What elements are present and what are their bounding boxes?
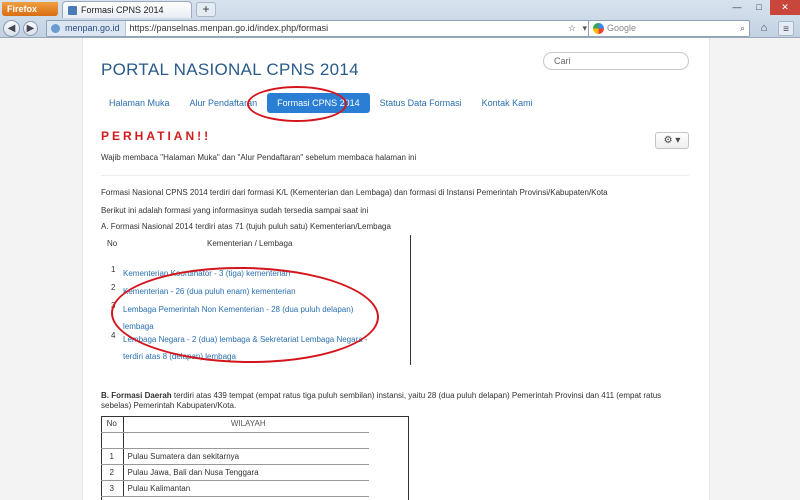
menu-icon[interactable]: ≡: [778, 21, 794, 36]
home-icon[interactable]: ⌂: [756, 21, 772, 36]
paragraph-nasional: A. Formasi Nasional 2014 terdiri atas 71…: [101, 222, 391, 231]
site-identity[interactable]: menpan.go.id: [47, 21, 126, 36]
notice-text: Wajib membaca "Halaman Muka" dan "Alur P…: [101, 153, 417, 162]
favicon-icon: [68, 6, 77, 15]
url-bar[interactable]: menpan.go.id https://panselnas.menpan.go.…: [46, 20, 606, 37]
nav-kontak-kami[interactable]: Kontak Kami: [472, 93, 543, 113]
search-icon[interactable]: ⌕: [740, 21, 745, 36]
browser-tab[interactable]: Formasi CPNS 2014: [62, 1, 192, 18]
table-header-no: No: [107, 239, 118, 248]
wilayah-link[interactable]: Pulau Sumatera dan sekitarnya: [123, 448, 369, 465]
back-icon[interactable]: ◀: [3, 20, 20, 37]
table-header-kementerian: Kementerian / Lembaga: [207, 239, 293, 248]
table-header-wilayah: WILAYAH: [123, 416, 369, 433]
nav-status-data-formasi[interactable]: Status Data Formasi: [370, 93, 472, 113]
wilayah-link[interactable]: Pulau Kalimantan: [123, 480, 369, 497]
divider: [101, 175, 689, 176]
page-viewport: PORTAL NASIONAL CPNS 2014 Cari Halaman M…: [0, 38, 800, 500]
daerah-label: B. Formasi Daerah: [101, 391, 172, 400]
search-input[interactable]: Cari: [543, 52, 689, 70]
table-header-no: No: [101, 416, 124, 433]
table-header-row: No WILAYAH: [101, 416, 369, 433]
minimize-icon[interactable]: —: [726, 0, 748, 15]
table-row: 1 Pulau Sumatera dan sekitarnya: [101, 448, 369, 465]
forward-icon[interactable]: ▶: [23, 21, 38, 36]
wilayah-link[interactable]: Pulau Jawa, Bali dan Nusa Tenggara: [123, 464, 369, 481]
paragraph-daerah: B. Formasi Daerah terdiri atas 439 tempa…: [101, 391, 693, 411]
window-controls: — □ ✕: [726, 0, 800, 16]
table-row: 2 Pulau Jawa, Bali dan Nusa Tenggara: [101, 464, 369, 481]
google-icon: [593, 23, 604, 34]
tab-title: Formasi CPNS 2014: [81, 5, 164, 15]
gear-icon[interactable]: ⚙ ▾: [655, 132, 689, 149]
page-content: PORTAL NASIONAL CPNS 2014 Cari Halaman M…: [82, 38, 710, 500]
maximize-icon[interactable]: □: [748, 0, 770, 15]
red-annotation-circle: [247, 86, 347, 122]
nav-halaman-muka[interactable]: Halaman Muka: [99, 93, 180, 113]
firefox-menu-button[interactable]: Firefox: [2, 2, 58, 16]
paragraph-available: Berikut ini adalah formasi yang informas…: [101, 206, 369, 215]
url-text: https://panselnas.menpan.go.id/index.php…: [129, 23, 329, 33]
globe-icon: [51, 24, 60, 33]
daerah-text: terdiri atas 439 tempat (empat ratus tig…: [101, 391, 662, 410]
browser-chrome: Firefox Formasi CPNS 2014 + — □ ✕ ◀ ▶ me…: [0, 0, 800, 38]
table-row: [101, 432, 369, 449]
wilayah-table: No WILAYAH 1 Pulau Sumatera dan sekitarn…: [101, 416, 369, 497]
page-title: PORTAL NASIONAL CPNS 2014: [101, 60, 359, 79]
paragraph-intro: Formasi Nasional CPNS 2014 terdiri dari …: [101, 188, 608, 197]
close-icon[interactable]: ✕: [770, 0, 800, 15]
table-row: 3 Pulau Kalimantan: [101, 480, 369, 497]
new-tab-button[interactable]: +: [196, 2, 216, 17]
web-search-placeholder: Google: [607, 23, 637, 33]
warning-heading: PERHATIAN!!: [101, 129, 212, 143]
web-search-box[interactable]: Google ⌕: [588, 20, 750, 37]
navigation-toolbar: ◀ ▶ menpan.go.id https://panselnas.menpan…: [0, 19, 800, 38]
